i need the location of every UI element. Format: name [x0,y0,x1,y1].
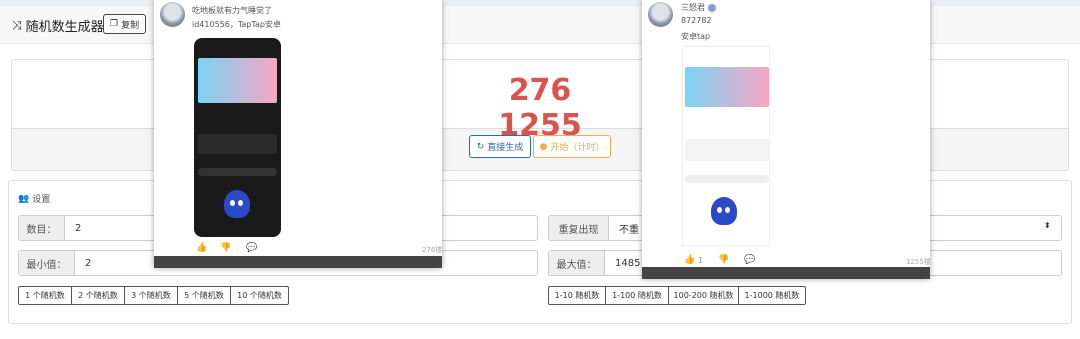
phone-card [685,139,769,161]
phone-input [685,175,769,183]
settings-title: 👥 设置 [18,192,51,206]
like-count: 1 [698,256,704,265]
popup-bottom-bar [154,256,442,268]
comment-caption: 吃地板就有力气睡觉了 [192,6,272,15]
comment-author: id410556，TapTap安卓 [192,20,281,29]
popup-bottom-bar [642,267,930,279]
start-timer-button[interactable]: ● 开始（计时） [533,135,611,158]
like-icon[interactable]: 👍 [196,243,207,253]
dislike-icon[interactable]: 👎 [718,255,729,265]
comment-number: 872782 [681,16,712,25]
range-preset-group: 1-10 随机数 1-100 随机数 100-200 随机数 1-1000 随机… [548,286,806,305]
users-icon: 👥 [18,193,30,204]
app-title-text: 随机数生成器 [25,20,104,35]
dislike-icon[interactable]: 👎 [220,243,231,253]
copy-button-label: 复制 [121,20,140,31]
phone-input [198,168,277,176]
start-timer-label: 开始（计时） [550,143,605,153]
count-preset-group: 1 个随机数 2 个随机数 3 个随机数 5 个随机数 10 个随机数 [18,286,289,305]
robot-mascot [224,190,250,218]
range-preset-button[interactable]: 100-200 随机数 [668,286,739,305]
comment-popup-left: 吃地板就有力气睡觉了 id410556，TapTap安卓 👍 👎 💬 276楼 [154,0,442,268]
phone-screenshot [194,38,281,237]
max-label: 最大值： [549,251,605,275]
copy-button[interactable]: ❐ 复制 [103,14,147,34]
info-icon: ● [539,141,548,152]
direct-generate-button[interactable]: ↻ 直接生成 [469,135,531,158]
refresh-icon: ↻ [476,141,485,152]
reply-icon[interactable]: 💬 [246,243,257,253]
phone-banner [198,58,277,103]
app-title: ⤨ 随机数生成器 [12,16,104,35]
commenter-name: 三怒君 [681,2,716,13]
count-preset-button[interactable]: 3 个随机数 [124,286,178,305]
phone-banner [685,67,769,107]
settings-title-text: 设置 [32,195,51,205]
robot-mascot [711,197,737,225]
comment-platform: 安卓tap [681,32,711,41]
commenter-name-text: 三怒君 [681,3,705,12]
select-arrow-icon[interactable]: ⬍ [1044,221,1051,230]
like-icon[interactable]: 👍 [684,255,695,265]
phone-screenshot [682,46,770,246]
shuffle-icon: ⤨ [12,18,22,32]
range-preset-button[interactable]: 1-100 随机数 [605,286,669,305]
level-badge-icon [707,3,716,12]
count-preset-button[interactable]: 5 个随机数 [177,286,231,305]
avatar [160,2,185,27]
comment-popup-right: 三怒君 872782 安卓tap 👍 1 👎 💬 1255楼 [642,0,930,279]
floor-number: 1255楼 [906,258,930,266]
count-preset-button[interactable]: 10 个随机数 [230,286,289,305]
reply-icon[interactable]: 💬 [744,255,755,265]
result-value: 276 1255 [498,73,582,143]
repeat-label: 重复出现 [549,216,609,240]
min-label: 最小值： [19,251,75,275]
count-preset-button[interactable]: 1 个随机数 [18,286,72,305]
count-preset-button[interactable]: 2 个随机数 [71,286,125,305]
phone-card [198,134,277,154]
count-label: 数目： [19,216,65,240]
range-preset-button[interactable]: 1-10 随机数 [548,286,606,305]
direct-generate-label: 直接生成 [487,143,524,153]
floor-number: 276楼 [422,246,442,254]
range-preset-button[interactable]: 1-1000 随机数 [738,286,806,305]
copy-icon: ❐ [110,19,119,29]
avatar [648,2,673,27]
